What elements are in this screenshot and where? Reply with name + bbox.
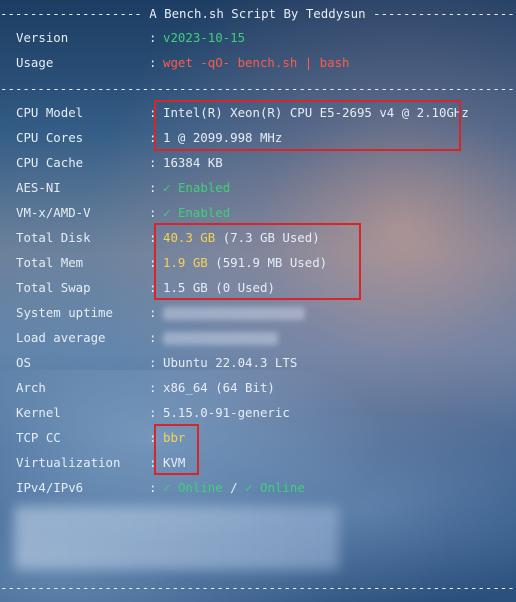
vmx-label: VM-x/AMD-V bbox=[16, 205, 91, 220]
version-value: v2023-10-15 bbox=[163, 30, 246, 45]
load-average-value-redacted bbox=[163, 330, 278, 346]
kernel-value: 5.15.0-91-generic bbox=[163, 405, 290, 420]
cpu-cache-label: CPU Cache bbox=[16, 155, 84, 170]
highlight-box-storage bbox=[154, 223, 361, 300]
total-swap-label: Total Swap bbox=[16, 280, 91, 295]
header-rule: ------------------- A Bench.sh Script By… bbox=[0, 6, 515, 21]
ipv4-status: Online bbox=[177, 480, 223, 495]
ip-value: ✓ Online / ✓ Online bbox=[163, 480, 305, 496]
check-icon: ✓ bbox=[163, 180, 171, 195]
os-label: OS bbox=[16, 355, 31, 370]
aes-ni-value: ✓ Enabled bbox=[163, 180, 230, 196]
ip-separator: / bbox=[230, 480, 238, 495]
check-icon: ✓ bbox=[163, 205, 171, 220]
vmx-value: ✓ Enabled bbox=[163, 205, 230, 221]
aes-ni-label: AES-NI bbox=[16, 180, 61, 195]
os-value: Ubuntu 22.04.3 LTS bbox=[163, 355, 298, 370]
check-icon: ✓ bbox=[163, 480, 171, 495]
colon: : bbox=[149, 305, 157, 320]
redaction-blur bbox=[163, 307, 305, 320]
colon: : bbox=[149, 205, 157, 220]
colon: : bbox=[149, 405, 157, 420]
arch-value: x86_64 (64 Bit) bbox=[163, 380, 275, 395]
ipv6-status: Online bbox=[260, 480, 305, 495]
colon: : bbox=[149, 330, 157, 345]
total-disk-label: Total Disk bbox=[16, 230, 91, 245]
vmx-status: Enabled bbox=[177, 205, 231, 220]
uptime-value-redacted bbox=[163, 305, 305, 321]
colon: : bbox=[149, 355, 157, 370]
tcp-cc-label: TCP CC bbox=[16, 430, 61, 445]
kernel-label: Kernel bbox=[16, 405, 61, 420]
version-label: Version bbox=[16, 30, 69, 45]
separator-rule: ----------------------------------------… bbox=[0, 81, 516, 96]
load-average-label: Load average bbox=[16, 330, 106, 345]
redaction-blur bbox=[163, 332, 278, 345]
cpu-cores-label: CPU Cores bbox=[16, 130, 84, 145]
highlight-box-network bbox=[154, 424, 199, 475]
check-icon: ✓ bbox=[245, 480, 253, 495]
colon: : bbox=[149, 380, 157, 395]
total-mem-label: Total Mem bbox=[16, 255, 84, 270]
cpu-cache-value: 16384 KB bbox=[163, 155, 223, 170]
virtualization-label: Virtualization bbox=[16, 455, 121, 470]
arch-label: Arch bbox=[16, 380, 46, 395]
terminal-window: ------------------- A Bench.sh Script By… bbox=[0, 0, 516, 602]
colon: : bbox=[149, 55, 157, 70]
ip-label: IPv4/IPv6 bbox=[16, 480, 84, 495]
colon: : bbox=[149, 30, 157, 45]
colon: : bbox=[149, 155, 157, 170]
colon: : bbox=[149, 180, 157, 195]
redacted-block bbox=[14, 506, 339, 570]
usage-label: Usage bbox=[16, 55, 54, 70]
usage-value: wget -qO- bench.sh | bash bbox=[163, 55, 350, 70]
highlight-box-cpu bbox=[154, 100, 461, 151]
colon: : bbox=[149, 480, 157, 495]
footer-rule: ----------------------------------------… bbox=[0, 580, 516, 595]
cpu-model-label: CPU Model bbox=[16, 105, 84, 120]
uptime-label: System uptime bbox=[16, 305, 113, 320]
aes-ni-status: Enabled bbox=[177, 180, 231, 195]
